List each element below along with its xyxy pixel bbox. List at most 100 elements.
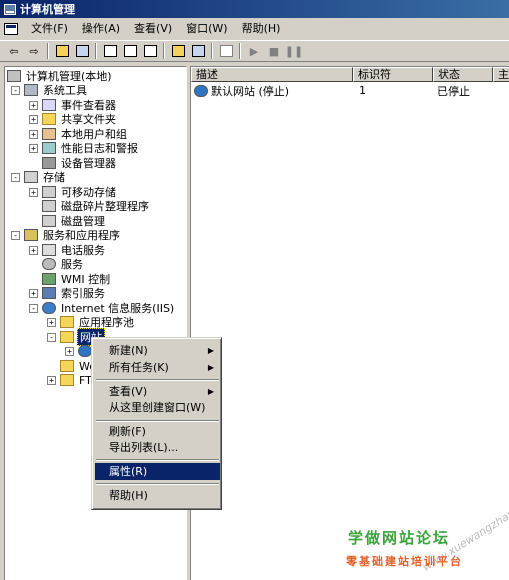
play-icon[interactable]: ▶ bbox=[244, 42, 264, 60]
expand-icon[interactable]: + bbox=[47, 376, 56, 385]
console-tree-icon[interactable] bbox=[188, 42, 208, 60]
collapse-icon[interactable]: - bbox=[11, 173, 20, 182]
toolbar-separator bbox=[211, 43, 213, 59]
expand-icon[interactable]: + bbox=[29, 289, 38, 298]
column-identifier[interactable]: 标识符 bbox=[353, 67, 433, 82]
column-description[interactable]: 描述 bbox=[191, 67, 353, 82]
show-hide-tree-icon[interactable] bbox=[72, 42, 92, 60]
collapse-icon[interactable]: - bbox=[47, 333, 56, 342]
expand-icon[interactable]: + bbox=[29, 115, 38, 124]
column-host[interactable]: 主 bbox=[493, 67, 509, 82]
globe-icon bbox=[78, 345, 92, 358]
tree-item-ftp[interactable]: FT bbox=[60, 373, 94, 388]
toolbar-separator bbox=[239, 43, 241, 59]
collapse-icon[interactable]: - bbox=[29, 304, 38, 313]
tree-item-perf-logs[interactable]: 性能日志和警报 bbox=[42, 141, 140, 156]
menu-separator bbox=[96, 379, 219, 381]
collapse-icon[interactable]: - bbox=[11, 231, 20, 240]
performance-icon bbox=[42, 142, 56, 155]
menu-item-help[interactable]: 帮助(H) bbox=[95, 487, 220, 504]
wmi-icon bbox=[42, 273, 56, 286]
computer-icon bbox=[7, 70, 21, 83]
submenu-arrow-icon: ▶ bbox=[207, 387, 214, 396]
context-menu: 新建(N) ▶ 所有任务(K) ▶ 查看(V) ▶ 从这里创建窗口(W) 刷新(… bbox=[91, 337, 222, 510]
window-title: 计算机管理 bbox=[20, 3, 75, 16]
back-arrow-icon[interactable]: ⇦ bbox=[4, 42, 24, 60]
expand-icon[interactable]: + bbox=[29, 144, 38, 153]
expand-icon[interactable]: + bbox=[29, 130, 38, 139]
collapse-icon[interactable]: - bbox=[11, 86, 20, 95]
computer-icon[interactable] bbox=[216, 42, 236, 60]
watermark-title: 学做网站论坛 bbox=[348, 529, 451, 547]
tree-item-services[interactable]: 服务 bbox=[42, 257, 85, 272]
menu-item-view[interactable]: 查看(V) ▶ bbox=[95, 383, 220, 400]
menu-separator bbox=[96, 420, 219, 422]
menu-item-refresh[interactable]: 刷新(F) bbox=[95, 423, 220, 440]
defrag-icon bbox=[42, 200, 56, 213]
menu-view[interactable]: 查看(V) bbox=[127, 20, 179, 38]
export-list-icon[interactable] bbox=[140, 42, 160, 60]
computer-management-icon bbox=[4, 3, 16, 15]
menu-help[interactable]: 帮助(H) bbox=[235, 20, 288, 38]
shared-folder-icon bbox=[42, 113, 56, 126]
folder-icon bbox=[60, 316, 74, 329]
list-header: 描述 标识符 状态 主 bbox=[191, 67, 509, 82]
users-icon bbox=[42, 128, 56, 141]
cell-description: 默认网站 (停止) bbox=[191, 83, 353, 99]
disk-management-icon bbox=[42, 215, 56, 228]
menu-file[interactable]: 文件(F) bbox=[24, 20, 75, 38]
menu-bar: 文件(F) 操作(A) 查看(V) 窗口(W) 帮助(H) bbox=[0, 19, 509, 39]
system-menu-icon[interactable] bbox=[4, 23, 18, 35]
title-bar: 计算机管理 bbox=[0, 0, 509, 18]
menu-item-new[interactable]: 新建(N) ▶ bbox=[95, 342, 220, 359]
folder-icon bbox=[60, 360, 74, 373]
iis-icon bbox=[42, 302, 56, 315]
expand-icon[interactable]: + bbox=[29, 188, 38, 197]
toolbar-separator bbox=[163, 43, 165, 59]
toolbar: ⇦ ⇨ ▶ ■ ❚❚ bbox=[0, 40, 509, 62]
menu-window[interactable]: 窗口(W) bbox=[179, 20, 234, 38]
tree-item-indexing[interactable]: 索引服务 bbox=[42, 286, 107, 301]
watermark-subtitle: 零基础建站培训平台 bbox=[346, 555, 463, 568]
menu-separator bbox=[96, 459, 219, 461]
forward-arrow-icon[interactable]: ⇨ bbox=[24, 42, 44, 60]
refresh-icon[interactable] bbox=[120, 42, 140, 60]
stopped-website-icon bbox=[194, 84, 208, 97]
column-status[interactable]: 状态 bbox=[433, 67, 493, 82]
menu-item-all-tasks[interactable]: 所有任务(K) ▶ bbox=[95, 359, 220, 376]
removable-storage-icon bbox=[42, 186, 56, 199]
storage-icon bbox=[24, 171, 38, 184]
expand-icon[interactable]: + bbox=[65, 347, 74, 356]
tree-item-system-tools[interactable]: 系统工具 bbox=[24, 83, 89, 98]
expand-icon[interactable]: + bbox=[47, 318, 56, 327]
submenu-arrow-icon: ▶ bbox=[207, 363, 214, 372]
gear-icon bbox=[42, 258, 56, 271]
tree-item-shared-folders[interactable]: 共享文件夹 bbox=[42, 112, 118, 127]
tree-item-defrag[interactable]: 磁盘碎片整理程序 bbox=[42, 199, 151, 214]
expand-icon[interactable]: + bbox=[29, 101, 38, 110]
folder-open-icon bbox=[60, 331, 74, 344]
tree-item-storage[interactable]: 存储 bbox=[24, 170, 67, 185]
stop-icon[interactable]: ■ bbox=[264, 42, 284, 60]
table-row[interactable]: 默认网站 (停止) 1 已停止 bbox=[191, 83, 493, 98]
menu-action[interactable]: 操作(A) bbox=[75, 20, 127, 38]
expand-icon[interactable]: + bbox=[29, 246, 38, 255]
toolbar-separator bbox=[47, 43, 49, 59]
menu-item-properties[interactable]: 属性(R) bbox=[95, 463, 220, 480]
details-list[interactable]: 描述 标识符 状态 主 默认网站 (停止) 1 已停止 bbox=[190, 66, 509, 580]
toolbar-separator bbox=[95, 43, 97, 59]
event-viewer-icon bbox=[42, 99, 56, 112]
properties-icon[interactable] bbox=[100, 42, 120, 60]
tree-item-services-apps[interactable]: 服务和应用程序 bbox=[24, 228, 122, 243]
menu-item-export-list[interactable]: 导出列表(L)... bbox=[95, 439, 220, 456]
cell-identifier: 1 bbox=[359, 84, 366, 97]
device-manager-icon bbox=[42, 157, 56, 170]
telephony-icon bbox=[42, 244, 56, 257]
help-icon[interactable] bbox=[168, 42, 188, 60]
pause-icon[interactable]: ❚❚ bbox=[284, 42, 304, 60]
services-apps-icon bbox=[24, 229, 38, 242]
folder-icon bbox=[60, 374, 74, 387]
up-folder-icon[interactable] bbox=[52, 42, 72, 60]
submenu-arrow-icon: ▶ bbox=[207, 346, 214, 355]
menu-item-new-window[interactable]: 从这里创建窗口(W) bbox=[95, 399, 220, 416]
